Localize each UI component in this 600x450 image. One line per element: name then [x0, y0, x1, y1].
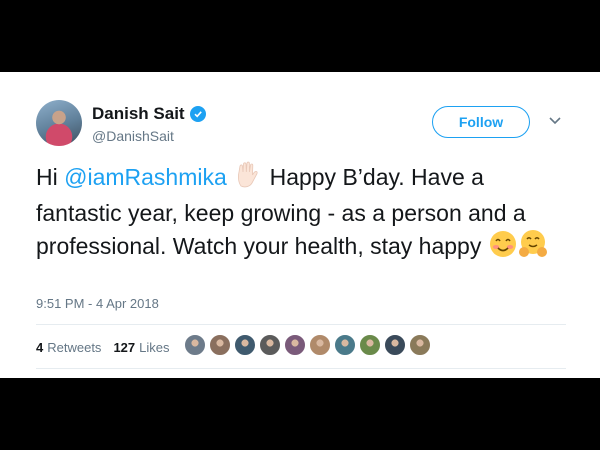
verified-badge-icon	[189, 106, 206, 122]
tweet-stats: 4 Retweets 127 Likes	[36, 340, 182, 355]
hugging-face-icon	[518, 229, 548, 267]
tweet-timestamp[interactable]: 9:51 PM - 4 Apr 2018	[36, 296, 159, 311]
divider-bottom	[36, 368, 566, 369]
likes-label: Likes	[139, 340, 170, 355]
tweet-greeting: Hi	[36, 164, 65, 190]
retweets-count: 4	[36, 340, 44, 355]
chevron-down-icon[interactable]	[548, 116, 562, 126]
retweets-stat[interactable]: 4 Retweets	[36, 340, 101, 355]
wave-hand-icon	[233, 160, 263, 198]
mention-link[interactable]: @iamRashmika	[64, 164, 227, 190]
likes-stat[interactable]: 127 Likes	[113, 340, 169, 355]
liker-avatar[interactable]	[259, 334, 281, 356]
follow-button[interactable]: Follow	[432, 106, 530, 138]
author-handle[interactable]: @DanishSait	[92, 128, 174, 144]
retweets-label: Retweets	[47, 340, 102, 355]
liker-avatar[interactable]	[284, 334, 306, 356]
liker-avatar[interactable]	[359, 334, 381, 356]
likes-count: 127	[113, 340, 136, 355]
liker-avatar[interactable]	[384, 334, 406, 356]
liker-avatar[interactable]	[209, 334, 231, 356]
divider-top	[36, 324, 566, 325]
tweet-card: Danish Sait @DanishSait Follow Hi @iamRa…	[0, 72, 600, 378]
smiling-face-icon	[488, 229, 518, 267]
author-name[interactable]: Danish Sait	[92, 104, 185, 124]
liker-avatar[interactable]	[309, 334, 331, 356]
author-name-row: Danish Sait	[92, 104, 206, 124]
liker-avatar[interactable]	[409, 334, 431, 356]
avatar[interactable]	[36, 100, 82, 146]
tweet-text: Hi @iamRashmika Happy B’day. Have a fant…	[36, 160, 566, 267]
liker-avatar[interactable]	[334, 334, 356, 356]
liker-avatars	[184, 334, 434, 356]
liker-avatar[interactable]	[184, 334, 206, 356]
liker-avatar[interactable]	[234, 334, 256, 356]
